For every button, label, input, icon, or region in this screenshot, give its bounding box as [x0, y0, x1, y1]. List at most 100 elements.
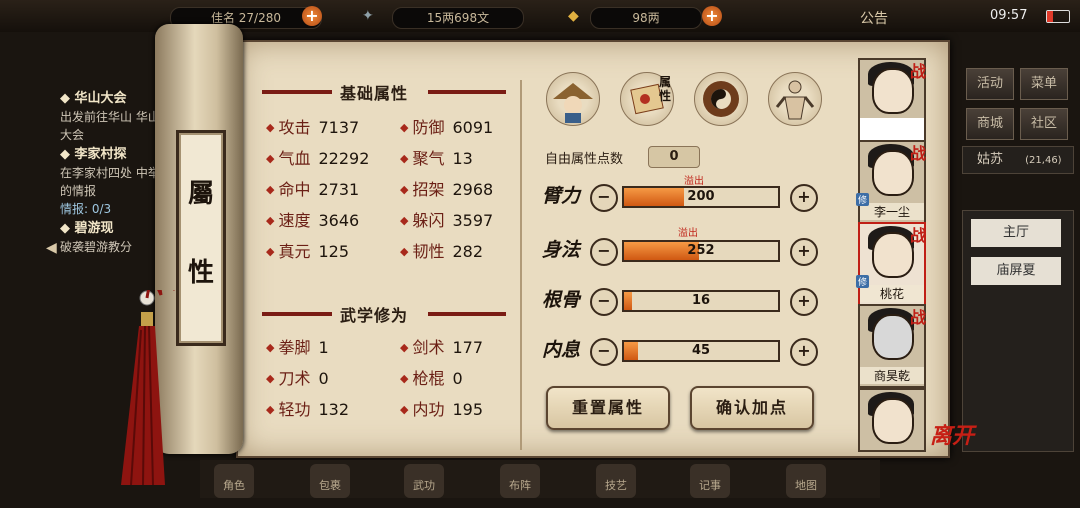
map-icon[interactable]: 地图	[786, 464, 826, 498]
title-ornament-left	[262, 90, 332, 94]
scroll-char: 屬	[187, 179, 214, 209]
add-resource-button[interactable]: +	[302, 6, 322, 26]
party-member[interactable]	[858, 388, 926, 452]
resource-text: 佳名 27/280	[210, 11, 282, 25]
activity-button[interactable]: 活动	[966, 68, 1014, 100]
bagua-tab-icon[interactable]	[694, 72, 748, 126]
cultivate-tag: 修	[856, 275, 870, 288]
stat-attack: ◆ 攻击 7137	[266, 118, 360, 137]
decrease-breath-button[interactable]: −	[590, 338, 618, 366]
character-tab-icon[interactable]	[546, 72, 600, 126]
community-button[interactable]: 社区	[1020, 108, 1068, 140]
battle-tag: 战	[909, 144, 926, 163]
free-points-label: 自由属性点数	[545, 152, 624, 167]
scroll-char: 性	[187, 258, 214, 288]
quest-desc: 破袭碧游教分	[60, 240, 133, 254]
scene-panel: 主厅 庙屏夏	[962, 210, 1074, 452]
breath-bar: 45	[622, 340, 780, 362]
increase-breath-button[interactable]: +	[790, 338, 818, 366]
agility-value: 252	[687, 243, 715, 258]
strength-value: 200	[687, 189, 715, 204]
stat-zhenyuan: ◆ 真元 125	[266, 242, 350, 261]
notice-button[interactable]: 公告	[860, 8, 888, 28]
quest-desc: 出发前往华山 华山大会	[60, 110, 160, 142]
corridor-button[interactable]: 庙屏夏	[971, 257, 1061, 285]
bag-icon[interactable]: 包裹	[310, 464, 350, 498]
free-points-value: 0	[648, 146, 700, 168]
decrease-strength-button[interactable]: −	[590, 184, 618, 212]
attribute-tab-label: 属性	[659, 75, 672, 103]
main-hall-button[interactable]: 主厅	[971, 219, 1061, 247]
name-mask	[860, 118, 924, 140]
stat-spear: ◆ 枪棍 0	[400, 369, 463, 388]
shop-button[interactable]: 商城	[966, 108, 1014, 140]
portrait	[872, 68, 914, 114]
constitution-bar: 16	[622, 290, 780, 312]
battle-tag: 战	[909, 62, 926, 81]
cultivate-tag: 修	[856, 193, 870, 206]
increase-constitution-button[interactable]: +	[790, 288, 818, 316]
add-gold-button[interactable]: +	[702, 6, 722, 26]
decrease-agility-button[interactable]: −	[590, 238, 618, 266]
journal-icon[interactable]: 记事	[690, 464, 730, 498]
martial-title: 武学修为	[340, 306, 409, 325]
quest-desc: 在李家村四处 中举的情报	[60, 166, 160, 198]
quest-item[interactable]: ◆ 碧游现 破袭碧游教分	[60, 220, 170, 256]
party-member[interactable]: 战	[858, 58, 926, 142]
skills-icon[interactable]: 武功	[404, 464, 444, 498]
menu-button[interactable]: 菜单	[1020, 68, 1068, 100]
role-icon[interactable]: 角色	[214, 464, 254, 498]
portrait	[872, 314, 914, 360]
stat-speed: ◆ 速度 3646	[266, 211, 360, 230]
quest-title: ◆ 华山大会	[60, 91, 127, 106]
member-name: 商昊乾	[860, 367, 924, 384]
member-name: 李一尘	[860, 203, 924, 220]
battery-icon	[1046, 10, 1070, 23]
leave-button[interactable]: 离开	[930, 418, 974, 450]
party-member[interactable]: 商昊乾 战	[858, 304, 926, 388]
formation-icon[interactable]: 布阵	[500, 464, 540, 498]
location-name: 姑苏	[977, 152, 1004, 167]
stat-lightfoot: ◆ 轻功 132	[266, 400, 350, 419]
collapse-arrow-icon[interactable]: ◀	[46, 240, 57, 256]
quest-panel[interactable]: ◆ 华山大会 出发前往华山 华山大会 ◆ 李家村探 在李家村四处 中举的情报 情…	[60, 90, 170, 256]
increase-agility-button[interactable]: +	[790, 238, 818, 266]
quest-item[interactable]: ◆ 李家村探 在李家村四处 中举的情报 情报: 0/3	[60, 146, 170, 218]
increase-strength-button[interactable]: +	[790, 184, 818, 212]
stat-toughness: ◆ 韧性 282	[400, 242, 484, 261]
portrait	[872, 398, 914, 444]
attr-name-strength: 臂力	[542, 185, 581, 207]
clock: 09:57	[990, 8, 1028, 23]
confirm-points-button[interactable]: 确认加点	[690, 386, 814, 430]
battle-tag: 战	[909, 226, 926, 245]
location-bar: 姑苏 (21,46)	[962, 146, 1074, 174]
silver-icon: ✦	[362, 8, 374, 24]
quest-progress: 情报: 0/3	[60, 202, 112, 216]
attr-name-breath: 内息	[542, 339, 581, 361]
title-ornament-left	[262, 312, 332, 316]
bottom-bar	[200, 460, 880, 498]
gold-counter: 98两	[590, 7, 702, 29]
body-tab-icon[interactable]	[768, 72, 822, 126]
craft-icon[interactable]: 技艺	[596, 464, 636, 498]
stat-dodge: ◆ 躲闪 3597	[400, 211, 494, 230]
stat-focus: ◆ 聚气 13	[400, 149, 473, 168]
attribute-tab-icon[interactable]: 属性	[620, 72, 674, 126]
party-member-selected[interactable]: 桃花 战 修	[856, 222, 926, 306]
portrait	[872, 150, 914, 196]
gold-icon: ◆	[568, 8, 579, 24]
decrease-constitution-button[interactable]: −	[590, 288, 618, 316]
attr-name-constitution: 根骨	[542, 289, 581, 311]
quest-title: ◆ 碧游现	[60, 221, 114, 236]
stat-sword: ◆ 剑术 177	[400, 338, 484, 357]
party-member[interactable]: 李一尘 战 修	[856, 140, 926, 224]
title-ornament-right	[428, 90, 506, 94]
stat-parry: ◆ 招架 2968	[400, 180, 494, 199]
battle-tag: 战	[909, 308, 926, 327]
reset-attributes-button[interactable]: 重置属性	[546, 386, 670, 430]
quest-item[interactable]: ◆ 华山大会 出发前往华山 华山大会	[60, 90, 170, 144]
stat-defense: ◆ 防御 6091	[400, 118, 494, 137]
strength-overflow-label: 溢出	[684, 176, 704, 187]
member-name: 桃花	[860, 285, 924, 302]
money-counter: 15两698文	[392, 7, 524, 29]
